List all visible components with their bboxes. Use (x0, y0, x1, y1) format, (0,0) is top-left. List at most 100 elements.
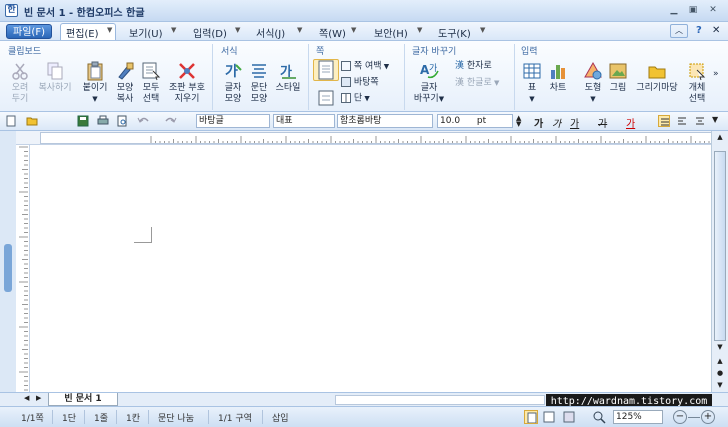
minimize-button[interactable]: ▁ (667, 5, 681, 16)
column-button[interactable]: 단 ▼ (341, 93, 370, 105)
tab-next-icon[interactable]: ▶ (36, 394, 41, 402)
vertical-ruler[interactable] (16, 145, 30, 392)
zoom-select[interactable]: 125% (613, 410, 663, 424)
chevron-down-icon[interactable]: ▼ (171, 26, 176, 34)
redo-icon[interactable] (165, 115, 177, 127)
font-size-stepper[interactable]: ▲ ▼ (516, 115, 528, 128)
to-hanja-button[interactable]: 漢 한자로 (455, 61, 492, 72)
print-preview-icon[interactable] (116, 115, 128, 127)
undo-icon[interactable] (137, 115, 149, 127)
vertical-scrollbar[interactable]: ▲ ▼ ▲ ● ▼ (711, 131, 728, 392)
menu-page[interactable]: 쪽(W) (319, 25, 346, 40)
chevron-down-icon[interactable]: ▼ (235, 26, 240, 34)
chevron-down-icon[interactable]: ▼ (417, 26, 422, 34)
print-icon[interactable] (97, 115, 109, 127)
hwp-app-icon[interactable]: 한 (5, 4, 18, 17)
page-view-icon[interactable] (542, 410, 556, 424)
zoom-icon[interactable] (592, 410, 606, 424)
strikethrough-button[interactable]: 가 (598, 115, 610, 130)
background-page-button[interactable]: 바탕쪽 (341, 77, 379, 89)
save-icon[interactable] (77, 115, 89, 127)
document-canvas[interactable] (30, 145, 711, 392)
scroll-down-icon[interactable]: ▼ (714, 343, 726, 353)
normal-view-icon[interactable] (524, 410, 538, 424)
page-margin-button[interactable]: 쪽 여백 ▼ (341, 61, 389, 73)
scroll-up-icon[interactable]: ▲ (714, 133, 726, 143)
tab-prev-icon[interactable]: ◀ (24, 394, 29, 402)
align-left-icon[interactable] (676, 115, 688, 127)
ribbon-collapse-button[interactable]: ︿ (670, 24, 688, 38)
cut-button[interactable]: 오려 두기 (6, 61, 34, 105)
column-label: 단 (353, 93, 363, 104)
language-select[interactable]: 대표 (273, 114, 335, 128)
select-all-button[interactable]: 모두 선택 (138, 61, 164, 105)
font-color-button[interactable]: 가 (626, 115, 638, 130)
shape-icon (584, 61, 602, 80)
toolbar-more-icon[interactable]: ▼ (712, 115, 724, 127)
chevron-down-icon[interactable]: ▼ (351, 26, 356, 34)
to-hangul-button[interactable]: 漢 한글로 ▼ (455, 78, 499, 89)
align-justify-icon[interactable] (658, 115, 670, 127)
next-page-icon[interactable]: ▼ (714, 381, 726, 391)
maximize-button[interactable]: ▣ (686, 5, 700, 16)
char-shape-button[interactable]: 가 글자 모양 (220, 61, 246, 105)
menu-security[interactable]: 보안(H) (374, 25, 408, 40)
close-doc-icon[interactable]: ✕ (712, 25, 720, 36)
font-select[interactable]: 함초롬바탕 (337, 114, 433, 128)
format-copy-button[interactable]: 모양 복사 (112, 61, 138, 105)
object-select-button[interactable]: 개체 선택 (684, 61, 710, 105)
ribbon-more-icon[interactable]: » (713, 69, 719, 80)
paste-label: 붙이기 (82, 83, 108, 93)
chevron-down-icon[interactable]: ▼ (297, 26, 302, 34)
font-size-input[interactable]: 10.0 pt (437, 114, 513, 128)
zoom-out-icon[interactable]: − (673, 410, 687, 424)
web-view-icon[interactable] (562, 410, 576, 424)
style-select-value: 바탕글 (199, 116, 224, 126)
menu-format[interactable]: 서식(J) (256, 25, 285, 40)
object-select-label: 개체 (688, 83, 706, 93)
char-convert-button[interactable]: A가 글자 바꾸기▼ (412, 61, 446, 105)
new-document-icon[interactable] (5, 115, 17, 127)
table-button[interactable]: 표 ▼ (521, 61, 543, 105)
zoom-slider[interactable] (688, 417, 700, 418)
copy-button[interactable]: 복사하기 (34, 61, 76, 94)
bold-button[interactable]: 가 (534, 115, 546, 130)
paste-button[interactable]: 붙이기 ▼ (80, 61, 110, 105)
horizontal-scrollbar[interactable] (335, 395, 545, 405)
italic-button[interactable]: 가 (552, 115, 564, 130)
help-button[interactable]: ? (696, 25, 702, 36)
para-shape-button[interactable]: 문단 모양 (246, 61, 272, 105)
chevron-down-icon[interactable]: ▼ (480, 26, 485, 34)
chevron-down-icon[interactable]: ▼ (107, 26, 112, 34)
close-button[interactable]: ✕ (706, 5, 720, 16)
menu-view[interactable]: 보기(U) (129, 25, 163, 40)
prev-page-icon[interactable]: ▲ (714, 357, 726, 367)
align-center-icon[interactable] (694, 115, 706, 127)
page-border-button[interactable] (315, 89, 337, 109)
style-button[interactable]: 가 스타일 (273, 61, 303, 94)
page-setup-button[interactable] (313, 59, 339, 81)
document-tab[interactable]: 빈 문서 1 (48, 393, 118, 406)
drawing-gallery-label: 그리기마당 (636, 83, 678, 93)
menu-insert[interactable]: 입력(D) (193, 25, 227, 40)
side-panel-toggle[interactable] (4, 244, 12, 292)
language-select-value: 대표 (276, 116, 293, 126)
open-folder-icon[interactable] (26, 115, 38, 127)
title-bar: 한 빈 문서 1 - 한컴오피스 한글 ▁ ▣ ✕ (0, 0, 728, 22)
zoom-in-icon[interactable]: + (701, 410, 715, 424)
picture-button[interactable]: 그림 (606, 61, 630, 94)
menu-tools[interactable]: 도구(K) (438, 25, 471, 40)
erase-markup-button[interactable]: 조판 부호 지우기 (165, 61, 209, 105)
underline-button[interactable]: 가 (570, 115, 582, 130)
drawing-gallery-button[interactable]: 그리기마당 (632, 61, 682, 94)
page-jump-icon[interactable]: ● (714, 369, 726, 379)
chart-button[interactable]: 차트 (545, 61, 571, 94)
to-hangul-label: 한글로 (466, 78, 492, 88)
scroll-thumb[interactable] (714, 151, 726, 341)
style-select[interactable]: 바탕글 (196, 114, 270, 128)
menu-edit[interactable]: 편집(E) (66, 25, 99, 40)
shape-button[interactable]: 도형 ▼ (580, 61, 606, 105)
horizontal-ruler[interactable] (40, 132, 712, 144)
menu-file[interactable]: 파일(F) (6, 24, 52, 39)
status-mode[interactable]: 삽입 (272, 411, 289, 424)
